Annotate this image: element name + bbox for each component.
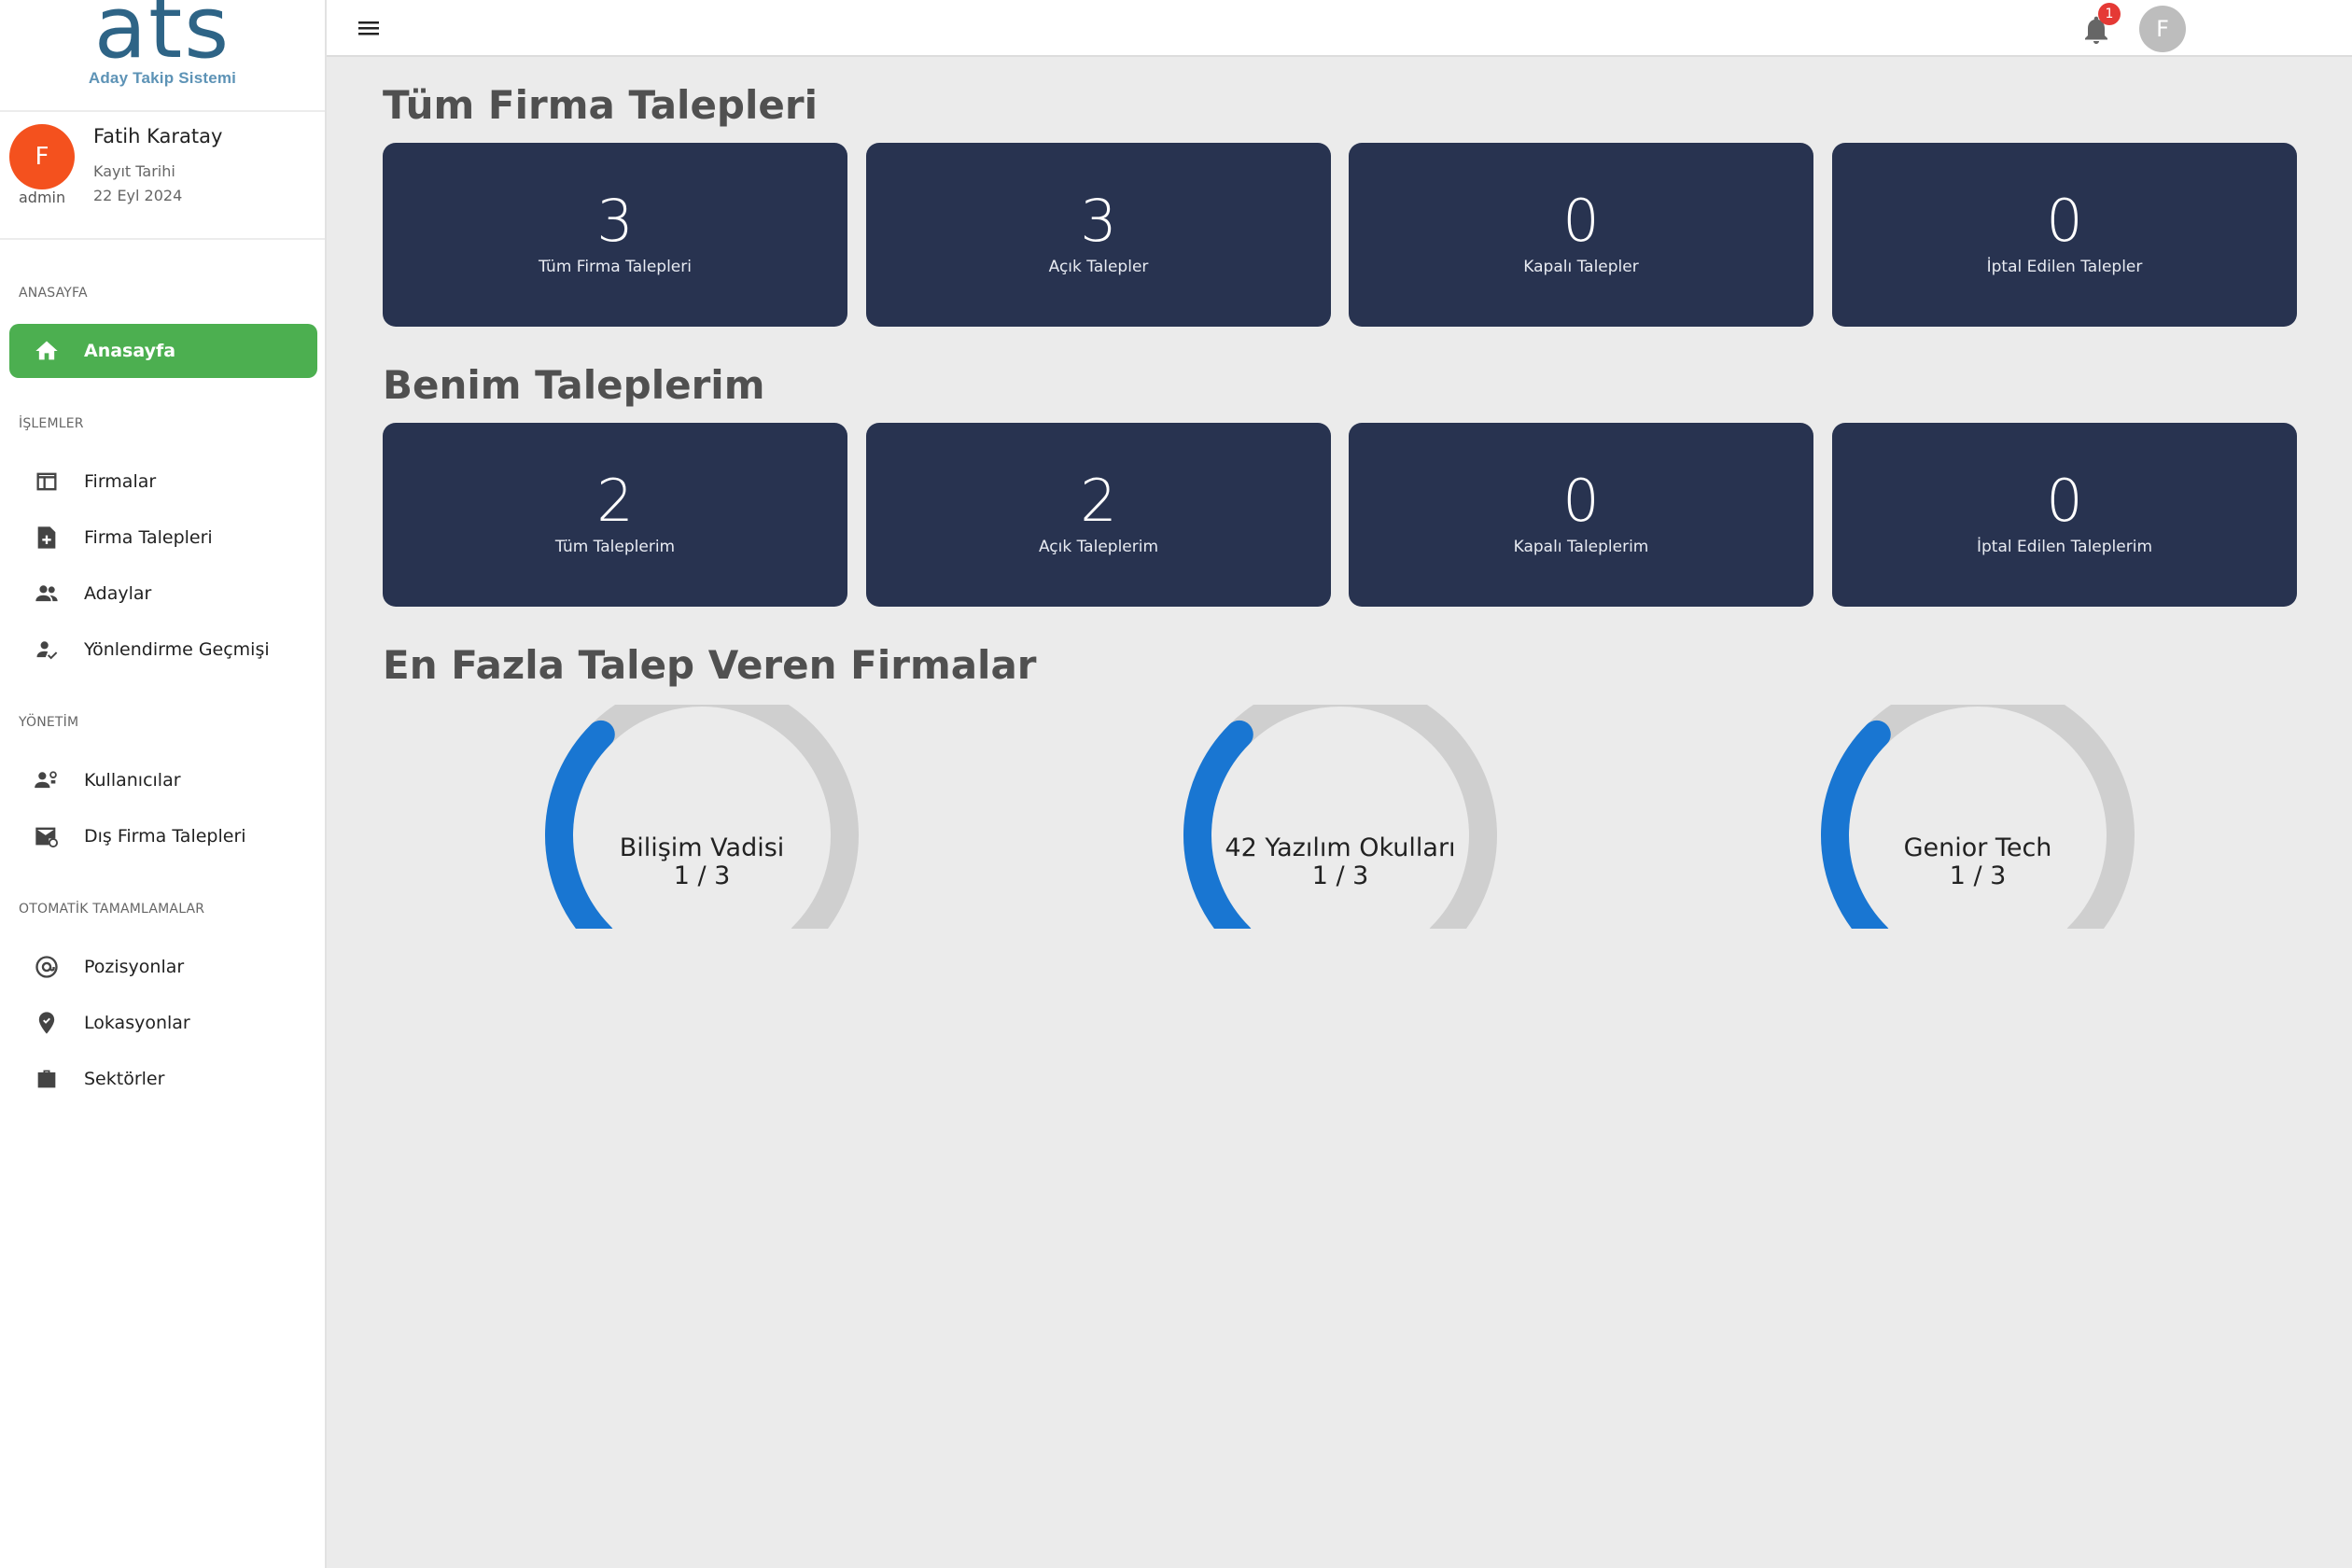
sidebar-item-yonlendirme-gecmisi[interactable]: Yönlendirme Geçmişi [9, 623, 317, 677]
registration-label: Kayıt Tarihi [93, 162, 175, 180]
sidebar-item-firma-talepleri[interactable]: Firma Talepleri [9, 511, 317, 565]
topbar: 1 F [327, 0, 2352, 57]
company-gauge: Genior Tech 1 / 3 [1810, 705, 2146, 929]
person-check-icon [21, 637, 73, 663]
sidebar-item-kullanicilar[interactable]: Kullanıcılar [9, 753, 317, 807]
sidebar-item-label: Yönlendirme Geçmişi [84, 639, 270, 660]
section-title-top-companies: En Fazla Talep Veren Firmalar [383, 642, 1037, 688]
avatar: F [9, 124, 75, 189]
stat-card-my-cancelled-requests[interactable]: 0 İptal Edilen Taleplerim [1832, 423, 2297, 607]
stat-card-my-all-requests[interactable]: 2 Tüm Taleplerim [383, 423, 847, 607]
section-title-all-requests: Tüm Firma Talepleri [383, 82, 818, 128]
gauge-value: 1 / 3 [1949, 861, 2007, 890]
sidebar-item-anasayfa[interactable]: Anasayfa [9, 324, 317, 378]
hamburger-icon [358, 21, 379, 35]
stat-card-cancelled-requests[interactable]: 0 İptal Edilen Talepler [1832, 143, 2297, 327]
stat-label: İptal Edilen Taleplerim [1976, 537, 2153, 556]
gauge-company-name: Genior Tech [1903, 833, 2052, 862]
user-profile: F admin Fatih Karatay Kayıt Tarihi 22 Ey… [0, 112, 325, 240]
sidebar-item-label: Firma Talepleri [84, 527, 213, 548]
section-title-otomatik-tamamlamalar: OTOMATİK TAMAMLAMALAR [19, 902, 205, 917]
stat-card-my-closed-requests[interactable]: 0 Kapalı Taleplerim [1349, 423, 1813, 607]
user-avatar-button[interactable]: F [2139, 6, 2186, 52]
home-icon [21, 338, 73, 364]
section-title-anasayfa: ANASAYFA [19, 286, 88, 301]
logo-mark: ats [93, 0, 231, 77]
location-icon [21, 1010, 73, 1036]
sidebar-item-pozisyonlar[interactable]: Pozisyonlar [9, 940, 317, 994]
sidebar-item-sektorler[interactable]: Sektörler [9, 1052, 317, 1106]
user-role: admin [19, 189, 66, 206]
gauge-value: 1 / 3 [673, 861, 731, 890]
stat-value: 0 [2046, 466, 2083, 535]
stat-value: 0 [1562, 186, 1600, 255]
stat-value: 2 [596, 466, 634, 535]
at-icon [21, 954, 73, 980]
file-plus-icon [21, 525, 73, 551]
sidebar-item-label: Pozisyonlar [84, 957, 185, 977]
sidebar-item-label: Kullanıcılar [84, 770, 181, 791]
stat-value: 0 [2046, 186, 2083, 255]
stat-label: İptal Edilen Talepler [1986, 257, 2143, 276]
user-name: Fatih Karatay [93, 125, 223, 147]
section-title-islemler: İŞLEMLER [19, 416, 84, 431]
stat-card-closed-requests[interactable]: 0 Kapalı Talepler [1349, 143, 1813, 327]
users-gear-icon [21, 767, 73, 793]
section-title-my-requests: Benim Taleplerim [383, 362, 765, 408]
sidebar-item-label: Adaylar [84, 583, 152, 604]
stat-value: 2 [1080, 466, 1117, 535]
sidebar-item-label: Lokasyonlar [84, 1013, 190, 1033]
menu-toggle-button[interactable] [355, 15, 385, 41]
stat-label: Tüm Taleplerim [554, 537, 676, 556]
sidebar-item-dis-firma-talepleri[interactable]: Dış Firma Talepleri [9, 809, 317, 863]
gauge-company-name: Bilişim Vadisi [619, 833, 785, 862]
sidebar-item-firmalar[interactable]: Firmalar [9, 455, 317, 509]
gauge-company-name: 42 Yazılım Okulları [1225, 833, 1456, 862]
sidebar-item-label: Sektörler [84, 1069, 165, 1089]
logo-subtitle: Aday Takip Sistemi [88, 69, 237, 87]
sidebar-item-adaylar[interactable]: Adaylar [9, 567, 317, 621]
sidebar: ats Aday Takip Sistemi F admin Fatih Kar… [0, 0, 327, 1568]
section-title-yonetim: YÖNETİM [19, 715, 79, 730]
sidebar-item-lokasyonlar[interactable]: Lokasyonlar [9, 996, 317, 1050]
gauge-fill [1183, 720, 1253, 929]
sidebar-item-label: Dış Firma Talepleri [84, 826, 246, 847]
stat-label: Kapalı Taleplerim [1513, 537, 1649, 556]
briefcase-icon [21, 1066, 73, 1092]
stat-value: 3 [1080, 186, 1117, 255]
sidebar-item-label: Anasayfa [84, 341, 176, 361]
stat-card-my-open-requests[interactable]: 2 Açık Taleplerim [866, 423, 1331, 607]
people-icon [21, 581, 73, 607]
company-gauge: 42 Yazılım Okulları 1 / 3 [1172, 705, 1508, 929]
gauge-fill [545, 720, 615, 929]
company-gauge: Bilişim Vadisi 1 / 3 [534, 705, 870, 929]
stat-card-all-requests[interactable]: 3 Tüm Firma Talepleri [383, 143, 847, 327]
stat-label: Tüm Firma Talepleri [539, 257, 692, 276]
table-icon [21, 469, 73, 495]
sidebar-item-label: Firmalar [84, 471, 157, 492]
logo[interactable]: ats Aday Takip Sistemi [0, 0, 325, 112]
notification-badge: 1 [2098, 3, 2121, 25]
registration-date: 22 Eyl 2024 [93, 187, 183, 204]
stat-value: 0 [1562, 466, 1600, 535]
mail-icon [21, 823, 73, 849]
stat-label: Açık Taleplerim [1038, 537, 1159, 556]
stat-label: Açık Talepler [1048, 257, 1149, 276]
stat-label: Kapalı Talepler [1523, 257, 1639, 276]
gauge-value: 1 / 3 [1311, 861, 1369, 890]
stat-value: 3 [596, 186, 634, 255]
gauge-fill [1821, 720, 1891, 929]
stat-card-open-requests[interactable]: 3 Açık Talepler [866, 143, 1331, 327]
